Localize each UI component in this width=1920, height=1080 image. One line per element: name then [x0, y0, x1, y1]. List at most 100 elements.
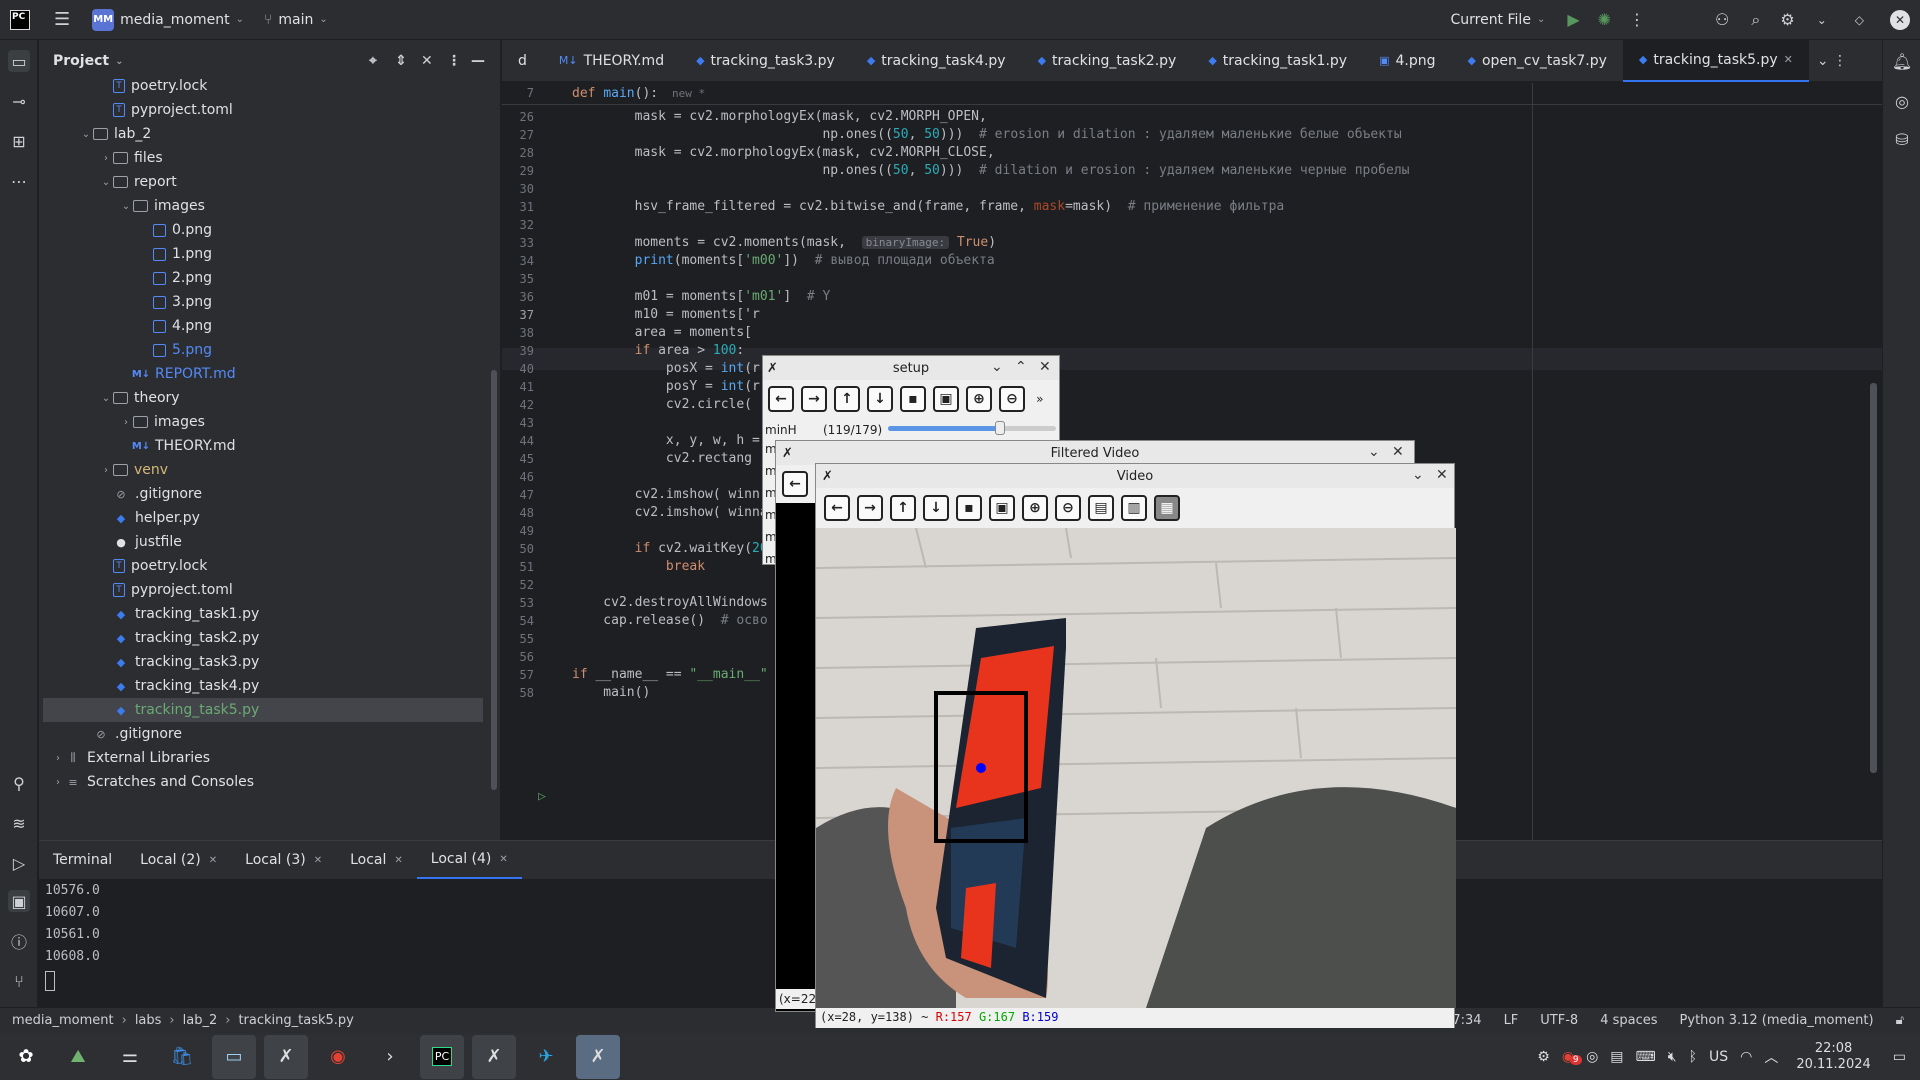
tree-item[interactable]: ● justfile [43, 530, 483, 554]
folder-icon[interactable]: ▭ [8, 50, 30, 72]
editor-tab[interactable]: ▣ 4.png [1363, 40, 1451, 82]
close-icon[interactable]: ✕ [1890, 9, 1910, 30]
pycharm-icon[interactable]: PC [420, 1034, 464, 1079]
tree-item[interactable]: › ≡ Scratches and Consoles [43, 770, 483, 794]
tree-item[interactable]: 5.png [43, 338, 483, 362]
tray-chrome-icon[interactable]: ◉ 9 [1562, 1049, 1582, 1065]
volume-muted-icon[interactable]: 🔇︎ [1668, 1049, 1677, 1065]
chevron-down-icon[interactable]: ⌄ [115, 56, 123, 67]
line-separator[interactable]: LF [1504, 1013, 1519, 1028]
close-icon[interactable]: ✕ [1784, 53, 1793, 66]
more-icon[interactable]: ⋮ [1629, 10, 1645, 29]
tree-item[interactable]: Tpoetry.lock [43, 74, 483, 98]
run-gutter-icon[interactable]: ▷ [538, 789, 546, 804]
trackbar-track[interactable] [888, 421, 1056, 435]
image-icon[interactable]: ▪ [956, 495, 982, 521]
editor-tab[interactable]: ◆ tracking_task3.py [680, 40, 851, 82]
tabs-more-icon[interactable]: ⌄ ⋮ [1817, 53, 1847, 69]
store-icon[interactable]: 🛍︎ [160, 1035, 204, 1079]
tree-item[interactable]: › files [43, 146, 483, 170]
tree-item[interactable]: ⊘ .gitignore [43, 722, 483, 746]
camera-frame[interactable] [816, 528, 1456, 1008]
desktop-icon[interactable]: ⛰ [56, 1035, 100, 1079]
tree-item[interactable]: ◆ tracking_task5.py [43, 698, 483, 722]
x-window-icon[interactable]: ✗ [264, 1034, 308, 1079]
close-icon[interactable]: ✕ [421, 53, 433, 69]
more-icon[interactable]: ⋮ [447, 53, 461, 69]
video-title-bar[interactable]: ✗ Video ⌄ ✕ [816, 464, 1454, 488]
arrow-up-icon[interactable]: ↑ [834, 386, 860, 412]
terminal-app-icon[interactable]: › [368, 1035, 412, 1079]
chevron-down-icon[interactable]: ⌄ [99, 393, 113, 404]
chevron-up-icon[interactable]: ⌃ [1015, 359, 1027, 375]
tree-item[interactable]: ◆ tracking_task2.py [43, 626, 483, 650]
clipboard-icon[interactable]: ▥ [1121, 495, 1147, 521]
properties-icon[interactable]: ▦ [1154, 495, 1180, 521]
image-icon[interactable]: ▪ [900, 386, 926, 412]
tree-item[interactable]: › images [43, 410, 483, 434]
close-icon[interactable]: ✕ [209, 855, 217, 866]
bluetooth-icon[interactable]: ᛒ [1689, 1049, 1697, 1065]
keyboard-icon[interactable]: ⌨ [1636, 1049, 1656, 1065]
tree-item[interactable]: 0.png [43, 218, 483, 242]
chevron-down-icon[interactable]: ⌄ [1368, 444, 1380, 460]
close-icon[interactable]: ✕ [1436, 467, 1448, 483]
chevron-down-icon[interactable]: ⌄ [991, 359, 1003, 375]
breadcrumb-item[interactable]: media_moment [12, 1013, 114, 1028]
image-zoom-icon[interactable]: ▣ [989, 495, 1015, 521]
tree-item[interactable]: 4.png [43, 314, 483, 338]
commit-icon[interactable]: ⊸ [8, 90, 30, 112]
start-menu-icon[interactable]: ✿ [4, 1035, 48, 1079]
overflow-icon[interactable]: » [1036, 392, 1043, 406]
file-manager-icon[interactable]: ▭ [212, 1034, 256, 1079]
editor-tab[interactable]: ◆ tracking_task4.py [851, 40, 1022, 82]
chevron-up-icon[interactable]: ︿ [1764, 1047, 1778, 1067]
arrow-right-icon[interactable]: → [801, 386, 827, 412]
tree-item[interactable]: ⊘ .gitignore [43, 482, 483, 506]
git-icon[interactable]: ⑂ [8, 970, 30, 992]
terminal-tab[interactable]: Local (4) ✕ [416, 841, 522, 879]
tree-item[interactable]: ⌄ images [43, 194, 483, 218]
keyboard-layout[interactable]: US [1709, 1049, 1728, 1065]
chrome-icon[interactable]: ◉ [316, 1035, 360, 1079]
tree-item[interactable]: ⌄ report [43, 170, 483, 194]
tree-scrollbar[interactable] [491, 370, 497, 790]
terminal-tab[interactable]: Local ✕ [336, 841, 417, 879]
chevron-right-icon[interactable]: › [51, 753, 65, 764]
search-icon[interactable]: ⌕ [1751, 10, 1760, 30]
show-desktop-icon[interactable]: ▭ [1893, 1049, 1906, 1065]
x-window-icon[interactable]: ✗ [576, 1034, 620, 1079]
tree-item[interactable]: M↓ REPORT.md [43, 362, 483, 386]
settings-app-icon[interactable]: ⚌ [108, 1035, 152, 1079]
branch-selector[interactable]: ⑂ main ⌄ [264, 12, 328, 28]
diamond-icon[interactable]: ◇ [1855, 13, 1864, 27]
zoom-in-icon[interactable]: ⊕ [966, 386, 992, 412]
tree-item[interactable]: ⌄ theory [43, 386, 483, 410]
tray-gear-icon[interactable]: ⚙ [1537, 1049, 1550, 1065]
terminal-tab[interactable]: Local (2) ✕ [126, 841, 231, 879]
tree-item[interactable]: › ⫼ External Libraries [43, 746, 483, 770]
tree-item[interactable]: ◆ tracking_task4.py [43, 674, 483, 698]
tree-item[interactable]: ⌄ lab_2 [43, 122, 483, 146]
chevron-down-icon[interactable]: ⌄ [119, 201, 133, 212]
arrow-left-icon[interactable]: ← [824, 495, 850, 521]
structure-icon[interactable]: ⊞ [8, 130, 30, 152]
chevron-right-icon[interactable]: › [99, 465, 113, 476]
expand-collapse-icon[interactable]: ⇕ [395, 53, 407, 69]
zoom-out-icon[interactable]: ⊖ [999, 386, 1025, 412]
tree-item[interactable]: ◆ helper.py [43, 506, 483, 530]
layers-icon[interactable]: ≋ [8, 812, 30, 834]
clipboard-icon[interactable]: ▤ [1610, 1049, 1623, 1065]
x-window-icon[interactable]: ✗ [472, 1034, 516, 1079]
lock-icon[interactable]: 🔓︎ [1896, 1013, 1904, 1028]
breadcrumb-item[interactable]: labs [135, 1013, 162, 1028]
arrow-down-icon[interactable]: ↓ [923, 495, 949, 521]
app-logo-icon[interactable]: PC [10, 9, 30, 30]
editor-tab[interactable]: ◆ tracking_task5.py ✕ [1622, 39, 1809, 82]
chevron-down-icon[interactable]: ⌄ [79, 129, 93, 140]
terminal-title[interactable]: Terminal [39, 841, 126, 879]
tree-item[interactable]: Tpoetry.lock [43, 554, 483, 578]
file-encoding[interactable]: UTF-8 [1540, 1013, 1578, 1028]
editor-tab[interactable]: ◆ open_cv_task7.py [1452, 40, 1623, 82]
ai-assistant-icon[interactable]: ◎ [1891, 90, 1913, 112]
